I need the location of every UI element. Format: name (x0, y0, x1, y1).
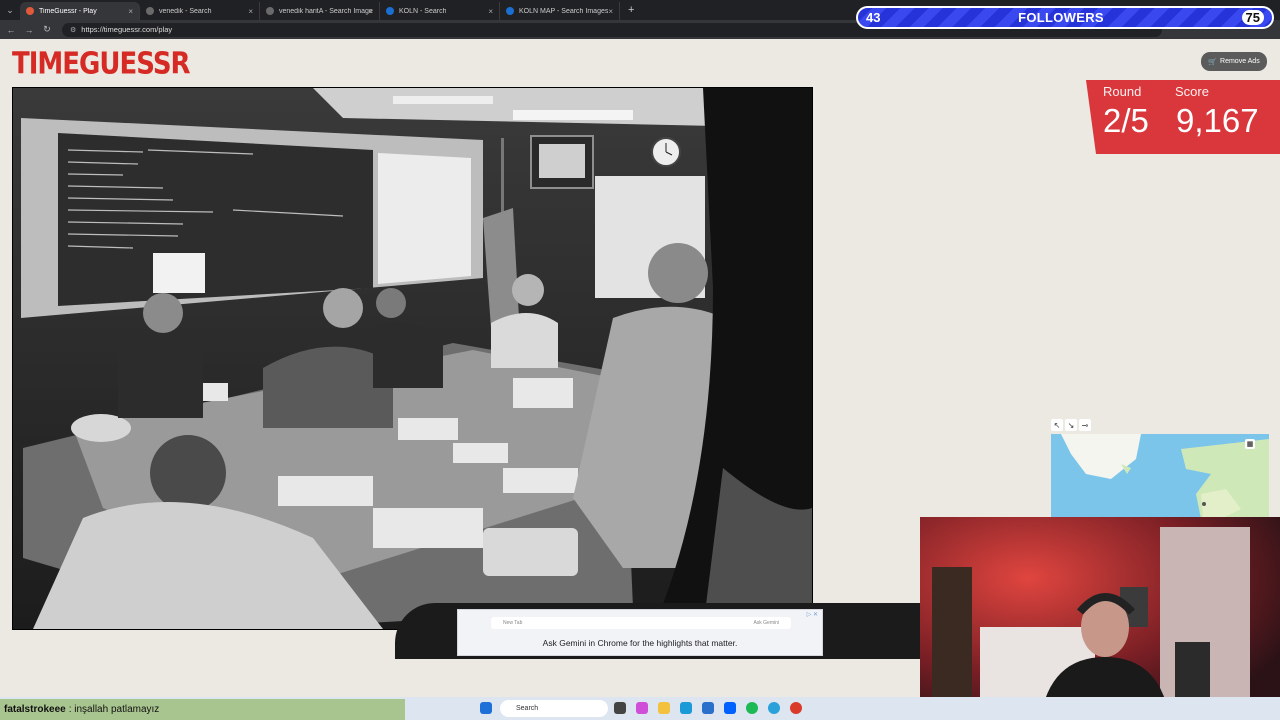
new-tab-button[interactable]: + (620, 4, 642, 16)
followers-label: FOLLOWERS (1018, 10, 1104, 25)
search-favicon-icon (266, 7, 274, 15)
site-info-icon[interactable]: ⚙ (70, 26, 76, 34)
round-label: Round (1103, 84, 1142, 99)
map-layers-icon[interactable]: ▦ (1245, 439, 1255, 449)
followers-goal: 75 (1241, 10, 1264, 25)
ad-mock-browser-bar: New Tab Ask Gemini (491, 617, 791, 629)
tab-label: venedik - Search (159, 7, 212, 15)
edge-icon[interactable] (680, 702, 692, 714)
stream-chat-message: fatalstrokeee : inşallah patlamayız (0, 699, 405, 720)
timeguessr-favicon-icon (26, 7, 34, 15)
remove-ads-button[interactable]: 🛒 Remove Ads (1201, 52, 1267, 71)
advertisement-banner[interactable]: New Tab Ask Gemini Ask Gemini in Chrome f… (457, 609, 823, 656)
taskbar-search-label: Search (516, 705, 539, 712)
webcam-feed (920, 517, 1280, 720)
tab-search-icon[interactable]: ⌄ (0, 0, 20, 20)
followers-count: 43 (866, 10, 881, 25)
ad-choices-icon[interactable]: ▷ ✕ (807, 611, 818, 618)
search-favicon-icon (146, 7, 154, 15)
back-icon[interactable]: ← (4, 25, 18, 35)
tab-label: KOLN MAP - Search Images (519, 7, 609, 15)
url-text: https://timeguessr.com/play (81, 25, 173, 34)
cart-icon: 🛒 (1208, 58, 1218, 66)
tab-koln-map-images[interactable]: KOLN MAP - Search Images × (500, 2, 620, 20)
copilot-icon[interactable] (636, 702, 648, 714)
tab-venedik-images[interactable]: venedik haritA - Search Images × (260, 2, 380, 20)
reload-icon[interactable]: ↻ (40, 24, 54, 35)
chat-username: fatalstrokeee (4, 704, 66, 715)
spotify-icon[interactable] (746, 702, 758, 714)
ad-headline: Ask Gemini in Chrome for the highlights … (542, 638, 738, 648)
tab-koln-search[interactable]: KOLN - Search × (380, 2, 500, 20)
tab-label: TimeGuessr - Play (39, 7, 97, 15)
followers-goal-bar: 43 FOLLOWERS 75 (856, 6, 1274, 29)
remove-ads-label: Remove Ads (1220, 58, 1260, 65)
ad-mini-tab-label: New Tab (503, 620, 523, 626)
close-tab-icon[interactable]: × (608, 7, 613, 16)
chat-text: : inşallah patlamayız (68, 704, 160, 715)
search-favicon-icon (506, 7, 514, 15)
store-icon[interactable] (702, 702, 714, 714)
search-favicon-icon (386, 7, 394, 15)
chrome-icon[interactable] (790, 702, 802, 714)
score-label: Score (1175, 84, 1209, 99)
round-value: 2/5 (1103, 102, 1149, 139)
score-value: 9,167 (1176, 102, 1259, 139)
task-view-icon[interactable] (614, 702, 626, 714)
forward-icon[interactable]: → (22, 25, 36, 35)
tab-label: venedik haritA - Search Images (279, 7, 373, 15)
map-size-controls: ↖ ↘ ⊸ (1051, 419, 1091, 431)
pin-map-icon[interactable]: ⊸ (1079, 419, 1091, 431)
close-tab-icon[interactable]: × (248, 7, 253, 16)
office-meeting-photo (13, 88, 812, 629)
round-score-panel: Round Score 2/5 9,167 (1086, 80, 1280, 154)
file-explorer-icon[interactable] (658, 702, 670, 714)
tab-timeguessr[interactable]: TimeGuessr - Play × (20, 2, 140, 20)
telegram-icon[interactable] (768, 702, 780, 714)
ad-mini-action: Ask Gemini (753, 620, 779, 626)
tab-venedik-search[interactable]: venedik - Search × (140, 2, 260, 20)
tab-label: KOLN - Search (399, 7, 447, 15)
taskbar-search-box[interactable]: Search (500, 700, 608, 717)
round-photo (12, 87, 813, 630)
close-tab-icon[interactable]: × (488, 7, 493, 16)
close-tab-icon[interactable]: × (128, 7, 133, 16)
expand-map-icon[interactable]: ↖ (1051, 419, 1063, 431)
timeguessr-logo[interactable]: TIMEGUESSR (12, 47, 191, 82)
close-tab-icon[interactable]: × (368, 7, 373, 16)
dropbox-icon[interactable] (724, 702, 736, 714)
streamer-webcam (920, 517, 1280, 720)
world-map-view (1051, 434, 1269, 519)
shrink-map-icon[interactable]: ↘ (1065, 419, 1077, 431)
start-icon[interactable] (480, 702, 492, 714)
guess-map[interactable]: ▦ (1051, 434, 1269, 519)
